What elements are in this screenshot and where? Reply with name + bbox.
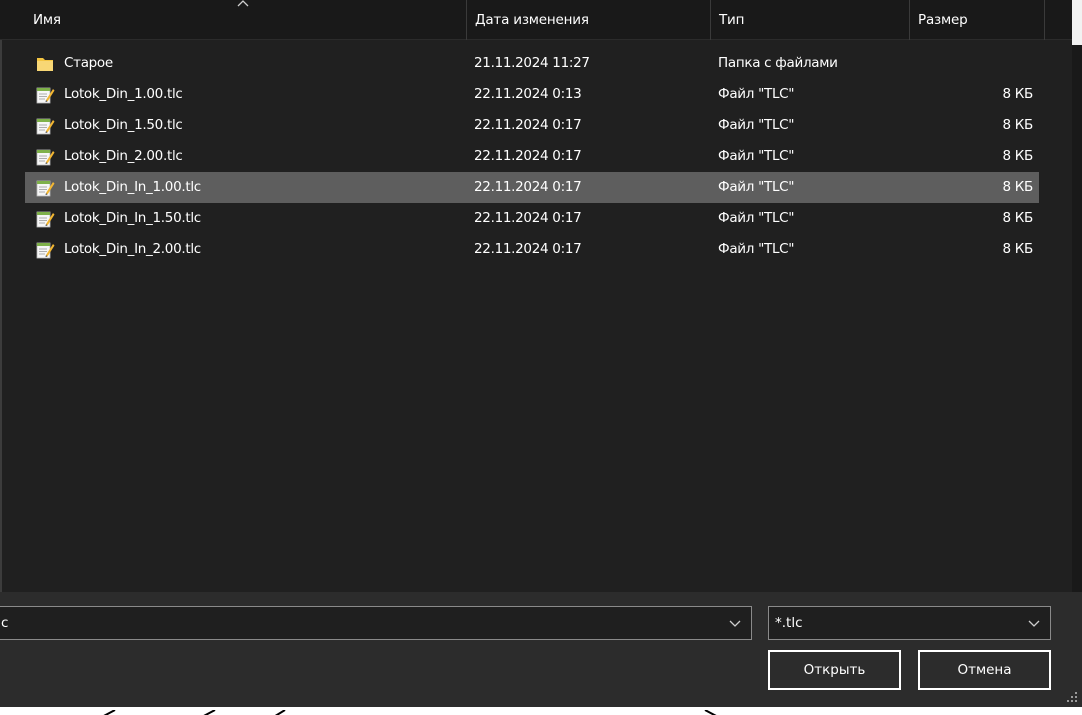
- dialog-footer: c *.tlc Открыть Отмена: [0, 592, 1082, 707]
- text-file-icon: [35, 85, 55, 105]
- file-name: Lotok_Din_1.00.tlc: [64, 86, 183, 102]
- file-name: Lotok_Din_In_1.50.tlc: [64, 210, 201, 226]
- column-header-type[interactable]: Тип: [710, 0, 908, 40]
- file-type-filter[interactable]: *.tlc: [768, 606, 1051, 640]
- file-size: 8 КБ: [1002, 117, 1033, 133]
- file-date-modified: 22.11.2024 0:17: [474, 210, 582, 226]
- resize-grip-icon[interactable]: [1066, 691, 1078, 703]
- file-name: Lotok_Din_1.50.tlc: [64, 117, 183, 133]
- file-type: Файл "TLC": [718, 210, 795, 226]
- cancel-button[interactable]: Отмена: [918, 650, 1051, 690]
- file-type: Файл "TLC": [718, 148, 795, 164]
- text-file-icon: [35, 116, 55, 136]
- file-date-modified: 22.11.2024 0:13: [474, 86, 582, 102]
- left-border: [0, 40, 2, 592]
- column-header-name[interactable]: Имя: [25, 0, 465, 40]
- file-name: Lotok_Din_In_2.00.tlc: [64, 241, 201, 257]
- folder-icon: [35, 54, 55, 74]
- text-file-icon: [35, 209, 55, 229]
- text-file-icon: [35, 178, 55, 198]
- file-date-modified: 22.11.2024 0:17: [474, 117, 582, 133]
- background-window: [0, 707, 1082, 715]
- file-type: Файл "TLC": [718, 241, 795, 257]
- text-file-icon: [35, 240, 55, 260]
- file-type: Файл "TLC": [718, 117, 795, 133]
- column-header-date-modified[interactable]: Дата изменения: [466, 0, 709, 40]
- file-row[interactable]: Старое 21.11.2024 11:27 Папка с файлами: [25, 48, 1039, 79]
- file-row[interactable]: Lotok_Din_1.50.tlc 22.11.2024 0:17 Файл "T…: [25, 110, 1039, 141]
- vertical-scrollbar[interactable]: [1072, 45, 1082, 592]
- file-type-filter-value: *.tlc: [775, 615, 803, 631]
- file-date-modified: 22.11.2024 0:17: [474, 148, 582, 164]
- column-header-size[interactable]: Размер: [909, 0, 1045, 40]
- file-list-header: Имя Дата изменения Тип Размер: [0, 0, 1072, 40]
- file-row[interactable]: Lotok_Din_In_1.00.tlc 22.11.2024 0:17 Файл…: [25, 172, 1039, 203]
- file-date-modified: 22.11.2024 0:17: [474, 241, 582, 257]
- file-row[interactable]: Lotok_Din_2.00.tlc 22.11.2024 0:17 Файл "T…: [25, 141, 1039, 172]
- filename-input[interactable]: c: [1, 607, 8, 639]
- chevron-down-icon[interactable]: [721, 608, 749, 638]
- open-button[interactable]: Открыть: [768, 650, 901, 690]
- file-name: Lotok_Din_In_1.00.tlc: [64, 179, 201, 195]
- filename-combobox[interactable]: c: [0, 606, 752, 640]
- file-name: Lotok_Din_2.00.tlc: [64, 148, 183, 164]
- window-edge: [1072, 0, 1082, 45]
- file-date-modified: 22.11.2024 0:17: [474, 179, 582, 195]
- file-row[interactable]: Lotok_Din_1.00.tlc 22.11.2024 0:13 Файл "T…: [25, 79, 1039, 110]
- file-type: Папка с файлами: [718, 55, 838, 71]
- chevron-down-icon[interactable]: [1020, 608, 1048, 638]
- file-size: 8 КБ: [1002, 86, 1033, 102]
- file-row[interactable]: Lotok_Din_In_2.00.tlc 22.11.2024 0:17 Файл…: [25, 234, 1039, 265]
- file-size: 8 КБ: [1002, 241, 1033, 257]
- text-file-icon: [35, 147, 55, 167]
- file-date-modified: 21.11.2024 11:27: [474, 55, 590, 71]
- file-row[interactable]: Lotok_Din_In_1.50.tlc 22.11.2024 0:17 Файл…: [25, 203, 1039, 234]
- file-type: Файл "TLC": [718, 86, 795, 102]
- file-size: 8 КБ: [1002, 179, 1033, 195]
- background-drawing-lines: [103, 709, 717, 715]
- file-type: Файл "TLC": [718, 179, 795, 195]
- file-size: 8 КБ: [1002, 210, 1033, 226]
- file-name: Старое: [64, 55, 113, 71]
- file-size: 8 КБ: [1002, 148, 1033, 164]
- file-open-dialog: Имя Дата изменения Тип Размер Старое 21.1…: [0, 0, 1082, 707]
